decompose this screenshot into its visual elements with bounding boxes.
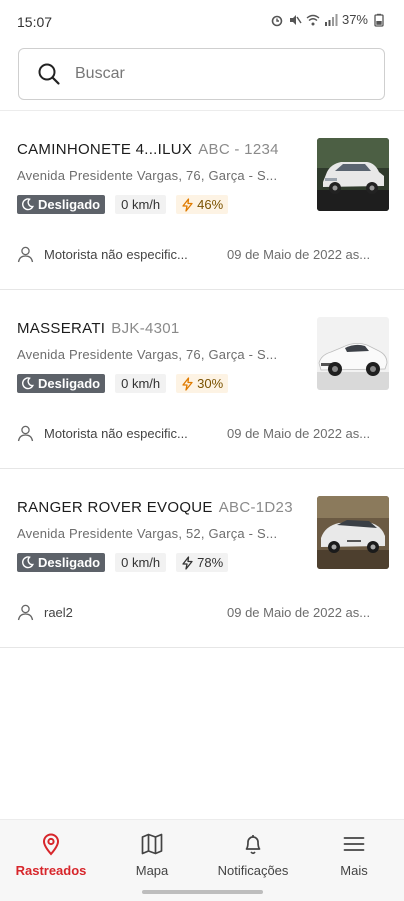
battery-level: 30% <box>197 376 224 391</box>
person-icon <box>17 246 34 263</box>
vehicle-list: CAMINHONETE 4...ILUX ABC - 1234 Avenida P… <box>0 110 404 648</box>
vehicle-footer: rael2 09 de Maio de 2022 as... <box>17 603 389 623</box>
status-icons: 37% <box>270 12 386 27</box>
status-badge: Desligado <box>17 374 106 393</box>
battery-badge: 46% <box>176 195 229 214</box>
last-update-date: 09 de Maio de 2022 as... <box>227 247 371 262</box>
vehicle-badges: Desligado 0 km/h 46% <box>17 195 229 214</box>
moon-icon <box>22 198 34 211</box>
bottom-nav: Rastreados Mapa Notificações Mais <box>0 819 404 901</box>
alarm-icon <box>271 15 283 26</box>
speed-badge: 0 km/h <box>115 553 167 572</box>
driver-name: Motorista não especific... <box>44 426 188 441</box>
home-indicator <box>142 890 263 894</box>
bolt-icon <box>182 555 193 570</box>
wifi-icon <box>306 14 320 25</box>
vehicle-title: CAMINHONETE 4...ILUX ABC - 1234 <box>17 141 279 158</box>
battery-level: 46% <box>197 197 224 212</box>
moon-icon <box>22 556 34 569</box>
nav-label: Notificações <box>217 863 289 878</box>
status-label: Desligado <box>38 376 101 391</box>
status-bar: 15:07 37% <box>0 0 404 44</box>
vehicle-badges: Desligado 0 km/h 30% <box>17 374 229 393</box>
speed-badge: 0 km/h <box>115 374 167 393</box>
battery-badge: 78% <box>176 553 229 572</box>
nav-label: Mapa <box>135 863 169 878</box>
moon-icon <box>22 377 34 390</box>
vehicle-name: RANGER ROVER EVOQUE <box>17 499 213 516</box>
speed-badge: 0 km/h <box>115 195 167 214</box>
status-time: 15:07 <box>17 14 53 30</box>
person-icon <box>17 425 34 442</box>
bolt-icon <box>182 197 193 212</box>
vehicle-photo <box>317 138 389 211</box>
status-badge: Desligado <box>17 195 106 214</box>
vehicle-address: Avenida Presidente Vargas, 76, Garça - S… <box>17 168 278 183</box>
battery-icon <box>374 13 384 27</box>
battery-level: 78% <box>197 555 224 570</box>
vehicle-card[interactable]: CAMINHONETE 4...ILUX ABC - 1234 Avenida P… <box>0 110 404 290</box>
vehicle-address: Avenida Presidente Vargas, 76, Garça - S… <box>17 347 278 362</box>
driver-name: rael2 <box>44 605 73 620</box>
vehicle-plate: ABC - 1234 <box>198 141 279 158</box>
vehicle-photo <box>317 317 389 390</box>
vehicle-plate: BJK-4301 <box>111 320 180 337</box>
search-icon <box>38 63 60 85</box>
location-pin-icon <box>42 833 60 856</box>
nav-label: Mais <box>340 863 368 878</box>
vehicle-title: MASSERATI BJK-4301 <box>17 320 180 337</box>
vehicle-name: CAMINHONETE 4...ILUX <box>17 141 193 158</box>
nav-label: Rastreados <box>15 863 87 878</box>
menu-icon <box>343 837 365 851</box>
last-update-date: 09 de Maio de 2022 as... <box>227 605 371 620</box>
search-input[interactable] <box>73 64 357 84</box>
map-icon <box>141 833 163 855</box>
status-label: Desligado <box>38 555 101 570</box>
bolt-icon <box>182 376 193 391</box>
vehicle-plate: ABC-1D23 <box>218 499 293 516</box>
battery-badge: 30% <box>176 374 229 393</box>
vehicle-card[interactable]: RANGER ROVER EVOQUE ABC-1D23 Avenida Pres… <box>0 469 404 648</box>
vehicle-badges: Desligado 0 km/h 78% <box>17 553 229 572</box>
driver-name: Motorista não especific... <box>44 247 188 262</box>
last-update-date: 09 de Maio de 2022 as... <box>227 426 371 441</box>
vehicle-name: MASSERATI <box>17 320 106 337</box>
search-bar[interactable] <box>18 48 385 100</box>
signal-icon <box>324 13 338 26</box>
status-badge: Desligado <box>17 553 106 572</box>
vehicle-title: RANGER ROVER EVOQUE ABC-1D23 <box>17 499 293 516</box>
battery-percent: 37% <box>341 12 368 27</box>
nav-item-rastreados[interactable]: Rastreados <box>6 832 96 878</box>
mute-icon <box>289 14 302 25</box>
bell-icon <box>245 835 261 855</box>
vehicle-photo <box>317 496 389 569</box>
nav-item-mapa[interactable]: Mapa <box>107 832 197 878</box>
vehicle-address: Avenida Presidente Vargas, 52, Garça - S… <box>17 526 278 541</box>
nav-item-mais[interactable]: Mais <box>309 832 399 878</box>
person-icon <box>17 604 34 621</box>
nav-item-notificacoes[interactable]: Notificações <box>208 832 298 878</box>
status-label: Desligado <box>38 197 101 212</box>
vehicle-footer: Motorista não especific... 09 de Maio de… <box>17 424 389 444</box>
vehicle-footer: Motorista não especific... 09 de Maio de… <box>17 245 389 265</box>
vehicle-card[interactable]: MASSERATI BJK-4301 Avenida Presidente Var… <box>0 290 404 469</box>
